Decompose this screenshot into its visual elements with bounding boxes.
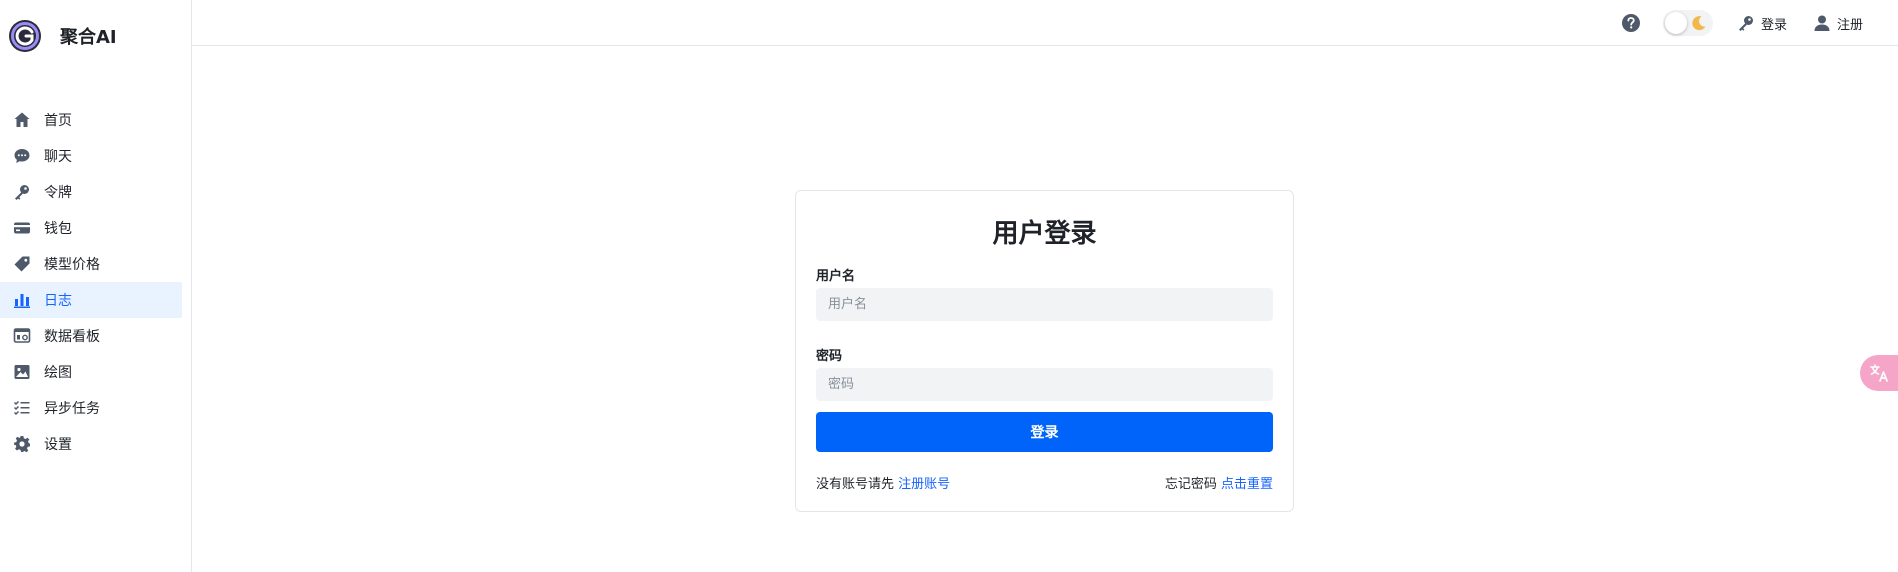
logo-icon (9, 20, 41, 52)
sidebar-item-wallet[interactable]: 钱包 (0, 210, 182, 246)
no-account-text: 没有账号请先 (816, 477, 895, 492)
forgot-password-prompt: 忘记密码 点击重置 (1165, 473, 1273, 492)
sidebar-nav: 首页 聊天 令牌 钱包 模型价格 日志 数据看板 绘图 异步任务 设置 (0, 102, 182, 462)
sidebar-item-label: 聊天 (44, 149, 72, 165)
reset-password-link[interactable]: 点击重置 (1221, 477, 1273, 492)
header-register-label: 注册 (1836, 17, 1863, 33)
brand-name: 聚合AI (60, 27, 117, 48)
translate-icon (1870, 364, 1888, 382)
sidebar-item-chat[interactable]: 聊天 (0, 138, 182, 174)
task-list-icon (12, 398, 32, 418)
key-icon (1738, 16, 1753, 31)
dashboard-icon (12, 326, 32, 346)
moon-icon (1692, 16, 1706, 31)
sidebar-item-label: 绘图 (44, 365, 72, 381)
register-account-link[interactable]: 注册账号 (898, 477, 950, 492)
sidebar-item-label: 钱包 (44, 221, 72, 237)
header-register-link[interactable]: 注册 (1813, 14, 1863, 33)
wallet-icon (12, 218, 32, 238)
password-label: 密码 (816, 349, 843, 364)
tag-icon (12, 254, 32, 274)
sidebar-item-home[interactable]: 首页 (0, 102, 182, 138)
sidebar-item-label: 首页 (44, 113, 72, 129)
sidebar-item-pricing[interactable]: 模型价格 (0, 246, 182, 282)
header-tools: 登录 注册 (1621, 0, 1863, 46)
login-card: 用户登录 用户名 密码 登录 没有账号请先 注册账号 忘记密码 点击重置 (795, 190, 1294, 512)
register-prompt: 没有账号请先 注册账号 (816, 473, 950, 492)
toggle-knob (1664, 12, 1687, 34)
sidebar-item-dashboard[interactable]: 数据看板 (0, 318, 182, 354)
username-label: 用户名 (816, 269, 856, 284)
chat-icon (12, 146, 32, 166)
login-title: 用户登录 (992, 219, 1097, 249)
bar-chart-icon (12, 290, 32, 310)
sidebar-item-label: 数据看板 (44, 329, 100, 345)
sidebar-item-label: 设置 (44, 437, 72, 453)
sidebar-item-drawing[interactable]: 绘图 (0, 354, 182, 390)
key-icon (12, 182, 32, 202)
sidebar: 聚合AI 首页 聊天 令牌 钱包 模型价格 日志 数据看板 绘图 异步任务 设置 (0, 0, 192, 572)
app-root: 聚合AI 首页 聊天 令牌 钱包 模型价格 日志 数据看板 绘图 异步任务 设置… (0, 0, 1898, 572)
theme-toggle[interactable] (1662, 10, 1713, 36)
sidebar-item-settings[interactable]: 设置 (0, 426, 182, 462)
password-input[interactable] (816, 368, 1273, 401)
user-icon (1814, 15, 1830, 31)
forgot-password-text: 忘记密码 (1164, 477, 1217, 492)
sidebar-item-tokens[interactable]: 令牌 (0, 174, 182, 210)
brand[interactable]: 聚合AI (8, 18, 117, 54)
image-icon (12, 362, 32, 382)
sidebar-item-label: 日志 (44, 293, 72, 309)
username-input[interactable] (816, 288, 1273, 321)
login-submit-button[interactable]: 登录 (816, 412, 1273, 452)
header-login-label: 登录 (1760, 17, 1787, 33)
gear-icon (12, 434, 32, 454)
sidebar-item-label: 异步任务 (44, 401, 100, 417)
header-login-link[interactable]: 登录 (1737, 14, 1787, 33)
sidebar-item-label: 令牌 (44, 185, 72, 201)
sidebar-item-async-tasks[interactable]: 异步任务 (0, 390, 182, 426)
sidebar-item-logs[interactable]: 日志 (0, 282, 182, 318)
home-icon (12, 110, 32, 130)
top-header: 登录 注册 (192, 0, 1898, 46)
help-icon[interactable] (1621, 13, 1641, 33)
translate-float-button[interactable] (1860, 355, 1898, 391)
sidebar-item-label: 模型价格 (44, 257, 100, 273)
